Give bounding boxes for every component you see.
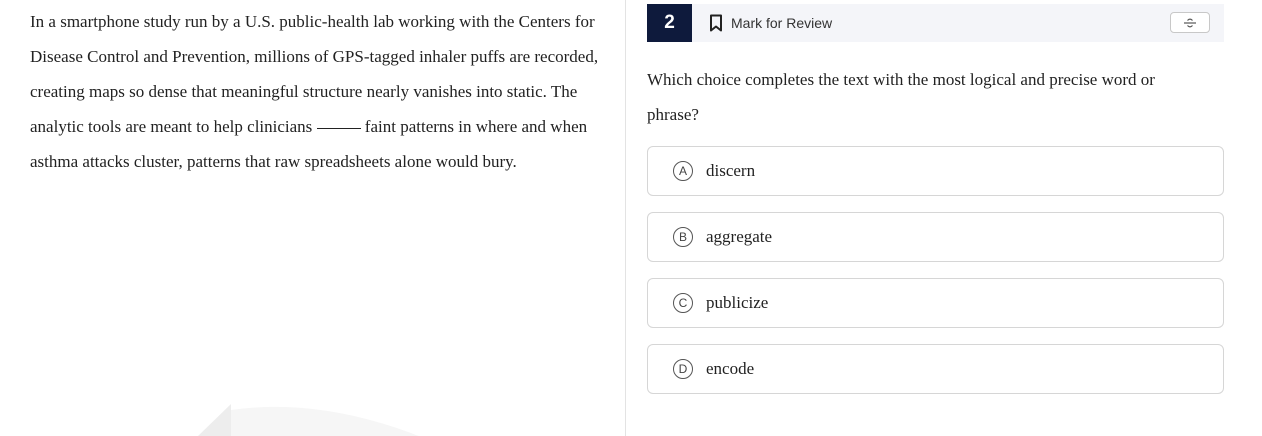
bookmark-icon — [710, 14, 722, 32]
strikethrough-toggle-button[interactable] — [1170, 12, 1210, 33]
passage-text: In a smartphone study run by a U.S. publ… — [30, 4, 610, 179]
question-number: 2 — [647, 4, 692, 42]
choice-a-text: discern — [706, 161, 756, 180]
passage-blank — [316, 127, 361, 129]
choice-d-text: encode — [706, 359, 755, 378]
question-prompt: Which choice completes the text with the… — [647, 70, 1155, 124]
question-header-bar: 2 Mark for Review — [647, 4, 1224, 42]
choice-a[interactable]: A discern — [647, 146, 1224, 196]
choice-c[interactable]: C publicize — [647, 278, 1224, 328]
choice-c-letter: C — [673, 293, 693, 313]
choice-a-letter: A — [673, 161, 693, 181]
passage-pane: In a smartphone study run by a U.S. publ… — [0, 0, 626, 436]
choice-b[interactable]: B aggregate — [647, 212, 1224, 262]
mark-for-review-button[interactable]: Mark for Review — [709, 4, 832, 42]
choice-c-text: publicize — [706, 293, 769, 312]
mark-for-review-label: Mark for Review — [731, 15, 833, 31]
choice-d[interactable]: D encode — [647, 344, 1224, 394]
strikethrough-toggle-icon — [1184, 18, 1196, 27]
watermark-graphic — [198, 404, 419, 436]
choice-d-letter: D — [673, 359, 693, 379]
question-pane: 2 Mark for Review Which choice completes… — [647, 0, 1224, 436]
choice-b-letter: B — [673, 227, 693, 247]
choice-b-text: aggregate — [706, 227, 773, 246]
